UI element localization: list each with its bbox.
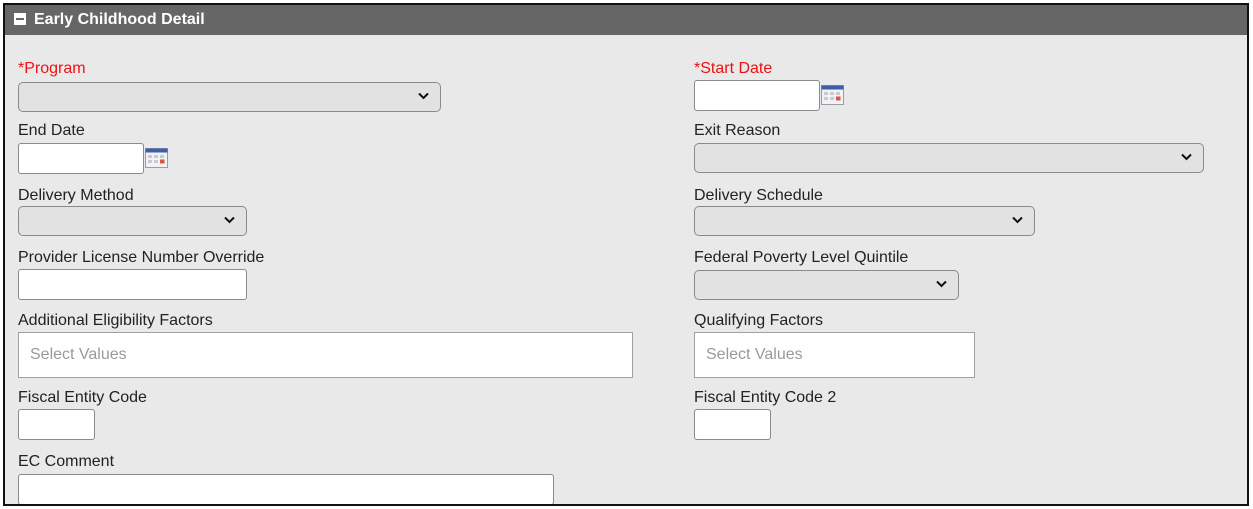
calendar-icon[interactable] [821,85,844,105]
end-date-input[interactable] [18,143,144,174]
early-childhood-detail-panel: Early Childhood Detail *Program *Start D… [3,3,1249,506]
exit-reason-select[interactable] [694,143,1204,173]
fiscal-entity-code-label: Fiscal Entity Code [18,389,147,406]
delivery-schedule-select[interactable] [694,206,1035,236]
delivery-schedule-label: Delivery Schedule [694,187,823,204]
end-date-label: End Date [18,122,85,139]
section-title: Early Childhood Detail [34,11,205,28]
fiscal-entity-code-input[interactable] [18,409,95,440]
fpl-quintile-select[interactable] [694,270,959,300]
chevron-down-icon [936,280,947,288]
ec-comment-input[interactable] [18,474,554,504]
program-label: *Program [18,60,86,77]
provider-license-label: Provider License Number Override [18,249,265,266]
additional-eligibility-multiselect[interactable]: Select Values [18,332,633,378]
provider-license-input[interactable] [18,269,247,300]
calendar-icon[interactable] [145,148,168,168]
qualifying-factors-label: Qualifying Factors [694,312,823,329]
section-header[interactable]: Early Childhood Detail [5,5,1247,35]
exit-reason-label: Exit Reason [694,122,781,139]
additional-eligibility-label: Additional Eligibility Factors [18,312,213,329]
fiscal-entity-code-2-label: Fiscal Entity Code 2 [694,389,837,406]
fiscal-entity-code-2-input[interactable] [694,409,771,440]
chevron-down-icon [418,92,429,100]
fpl-quintile-label: Federal Poverty Level Quintile [694,249,909,266]
start-date-label: *Start Date [694,60,773,77]
program-select[interactable] [18,82,441,112]
collapse-icon[interactable] [14,13,26,25]
delivery-method-label: Delivery Method [18,187,134,204]
chevron-down-icon [1181,153,1192,161]
chevron-down-icon [1012,216,1023,224]
delivery-method-select[interactable] [18,206,247,236]
qualifying-factors-multiselect[interactable]: Select Values [694,332,975,378]
ec-comment-label: EC Comment [18,453,115,470]
chevron-down-icon [224,216,235,224]
start-date-input[interactable] [694,80,820,111]
